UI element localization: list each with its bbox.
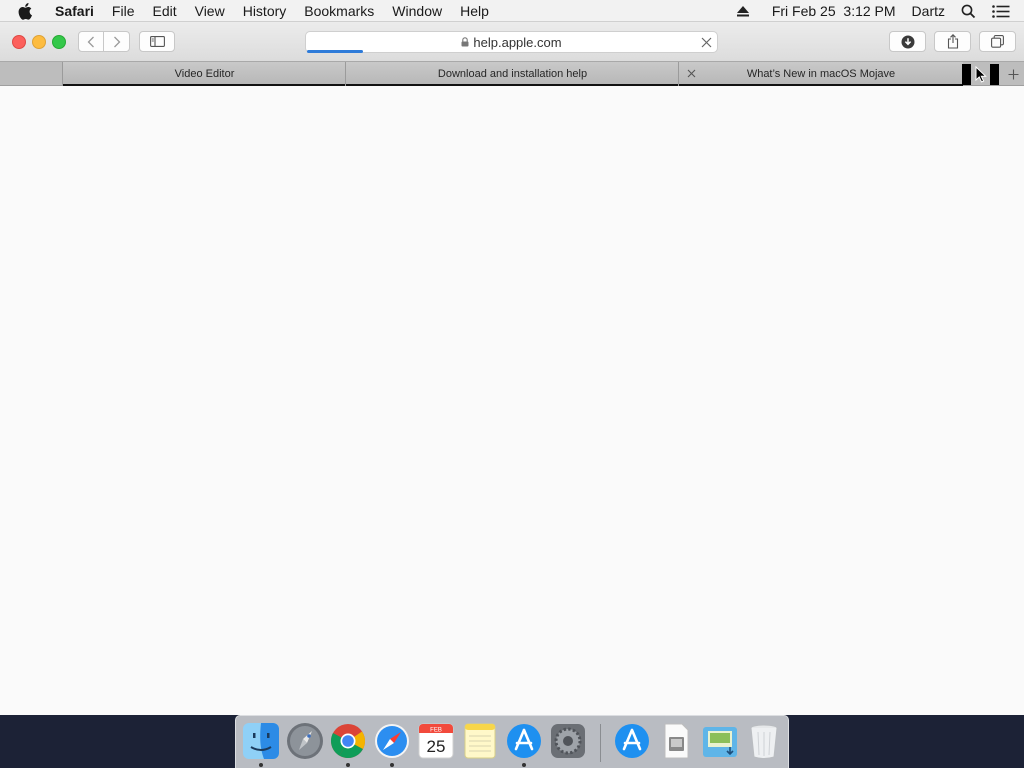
calendar-month: FEB [430,728,442,734]
menu-window[interactable]: Window [383,0,451,22]
dock: FEB 25 [235,715,789,768]
chevron-left-icon [87,36,94,47]
menu-view[interactable]: View [186,0,234,22]
tab-whats-new-mojave[interactable]: What’s New in macOS Mojave [678,62,963,86]
back-button[interactable] [78,31,104,52]
forward-button[interactable] [104,31,130,52]
apple-menu-icon[interactable] [18,2,36,20]
show-all-tabs-button[interactable] [979,31,1016,52]
notes-icon[interactable] [460,721,500,761]
new-tab-button[interactable] [1002,62,1024,86]
fullscreen-window-button[interactable] [52,35,66,49]
dock-separator [600,724,601,762]
close-window-button[interactable] [12,35,26,49]
tab-title: Video Editor [174,68,235,80]
share-button[interactable] [934,31,971,52]
running-indicator [522,763,526,767]
app-store-download-icon[interactable] [612,721,652,761]
minimize-window-button[interactable] [32,35,46,49]
running-indicator [390,763,394,767]
preview-document-icon[interactable] [656,721,696,761]
address-text: help.apple.com [473,34,562,50]
notification-center-icon[interactable] [984,4,1024,18]
calendar-icon[interactable]: FEB 25 [416,721,456,761]
app-store-icon[interactable] [504,721,544,761]
downloads-folder-icon[interactable] [700,721,740,761]
tab-download-installation-help[interactable]: Download and installation help [345,62,679,86]
tabs-overview-icon [991,35,1004,48]
tab-divider-block [990,64,999,85]
running-indicator [346,763,350,767]
tab-title: What’s New in macOS Mojave [746,68,896,80]
menu-app-name[interactable]: Safari [46,0,103,22]
chevron-right-icon [113,36,120,47]
tab-divider-block [962,64,971,85]
address-bar[interactable]: help.apple.com [305,31,718,53]
menu-file[interactable]: File [103,0,144,22]
page-load-progress [307,50,363,53]
finder-icon[interactable] [241,721,281,761]
downloads-button[interactable] [889,31,926,52]
tab-bar: Video Editor Download and installation h… [0,61,1024,86]
launchpad-icon[interactable] [285,721,325,761]
toolbar: help.apple.com [0,22,1024,61]
menu-clock[interactable]: Fri Feb 25 3:12 PM [758,3,904,19]
close-tab-icon[interactable] [686,68,697,79]
share-icon [947,34,958,49]
plus-icon [1008,69,1018,79]
tab-video-editor[interactable]: Video Editor [62,62,346,86]
sidebar-toggle-button[interactable] [139,31,175,52]
menu-edit[interactable]: Edit [143,0,185,22]
safari-icon[interactable] [372,721,412,761]
system-preferences-icon[interactable] [548,721,588,761]
safari-window: help.apple.com Video Editor Download and… [0,22,1024,715]
menu-user[interactable]: Dartz [904,3,953,19]
tab-title: Download and installation help [437,68,588,80]
trash-icon[interactable] [744,721,784,761]
spotlight-search-icon[interactable] [953,4,984,19]
chrome-icon[interactable] [328,721,368,761]
running-indicator [259,763,263,767]
menu-help[interactable]: Help [451,0,498,22]
navigation-buttons [78,31,131,52]
menu-bookmarks[interactable]: Bookmarks [295,0,383,22]
download-icon [901,35,914,48]
stop-loading-icon[interactable] [699,35,713,49]
sidebar-icon [149,36,165,47]
menu-history[interactable]: History [234,0,296,22]
page-content[interactable] [0,86,1024,715]
mouse-cursor-icon [975,66,987,83]
eject-icon[interactable] [728,5,758,17]
menu-bar: Safari File Edit View History Bookmarks … [0,0,1024,22]
calendar-day: 25 [427,737,446,756]
lock-icon [461,37,469,47]
